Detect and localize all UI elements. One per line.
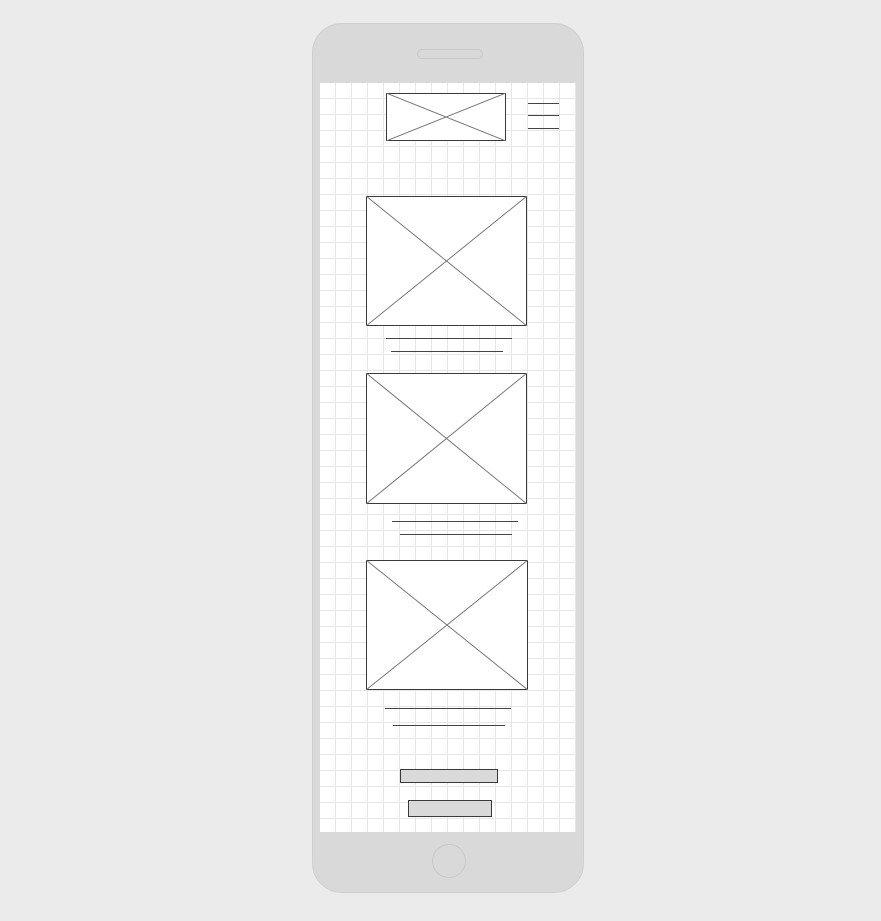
text-line <box>392 521 518 522</box>
text-line <box>393 725 505 726</box>
home-button[interactable] <box>432 844 466 878</box>
text-line <box>400 534 512 535</box>
text-line <box>391 351 503 352</box>
card-image-placeholder-icon <box>366 196 527 326</box>
text-line <box>386 338 512 339</box>
primary-button[interactable] <box>400 769 498 783</box>
logo-placeholder-icon <box>386 93 506 141</box>
secondary-button[interactable] <box>408 800 492 817</box>
text-line <box>385 708 511 709</box>
hamburger-menu-icon[interactable] <box>528 103 559 130</box>
speaker <box>417 49 483 59</box>
card-image-placeholder-icon <box>366 560 528 690</box>
card-image-placeholder-icon <box>366 373 527 504</box>
